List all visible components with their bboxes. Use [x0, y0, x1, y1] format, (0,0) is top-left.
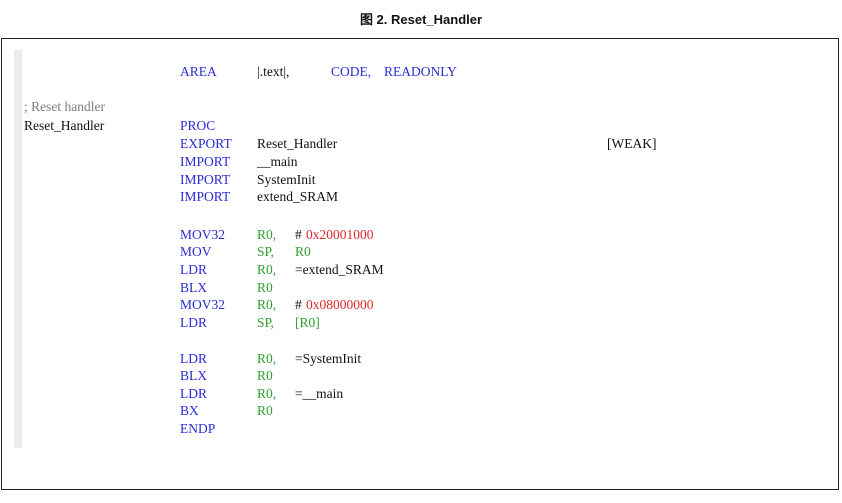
register-operand: R0,: [257, 297, 277, 312]
code-line-area: AREA |.text|, CODE, READONLY: [0, 65, 842, 79]
code-line-instruction: MOV32 R0, # 0x20001000: [0, 228, 842, 242]
symbol-operand: =SystemInit: [295, 351, 362, 366]
code-line-instruction: BLX R0: [0, 281, 842, 295]
code-line-export: EXPORT Reset_Handler [WEAK]: [0, 137, 842, 151]
instruction-mnemonic: BLX: [180, 280, 207, 295]
register-operand: R0,: [257, 227, 277, 242]
code-line-instruction: MOV32 R0, # 0x08000000: [0, 298, 842, 312]
register-operand: SP,: [257, 315, 274, 330]
immediate-value: 0x08000000: [306, 297, 374, 312]
code-line-endp: ENDP: [0, 422, 842, 436]
code-line-instruction: MOV SP, R0: [0, 245, 842, 259]
code-line-instruction: LDR SP, [R0]: [0, 316, 842, 330]
weak-attribute: [WEAK]: [607, 136, 657, 151]
code-line-instruction: LDR R0, =extend_SRAM: [0, 263, 842, 277]
code-line-comment: ; Reset handler: [0, 100, 842, 114]
area-section-name: |.text|,: [257, 64, 290, 79]
export-symbol: Reset_Handler: [257, 136, 338, 151]
register-operand: R0,: [257, 351, 277, 366]
instruction-mnemonic: LDR: [180, 262, 207, 277]
code-line-import: IMPORT extend_SRAM: [0, 190, 842, 204]
proc-directive: PROC: [180, 118, 216, 133]
area-directive: AREA: [180, 64, 217, 79]
code-line-import: IMPORT SystemInit: [0, 173, 842, 187]
symbol-operand: =__main: [295, 386, 344, 401]
instruction-mnemonic: LDR: [180, 315, 207, 330]
export-directive: EXPORT: [180, 136, 232, 151]
code-line-instruction: BLX R0: [0, 369, 842, 383]
instruction-mnemonic: LDR: [180, 351, 207, 366]
reset-handler-comment: ; Reset handler: [24, 99, 105, 114]
instruction-mnemonic: BX: [180, 403, 199, 418]
immediate-value: 0x20001000: [306, 227, 374, 242]
instruction-mnemonic: BLX: [180, 368, 207, 383]
immediate-prefix: #: [295, 297, 302, 312]
code-line-instruction: BX R0: [0, 404, 842, 418]
instruction-mnemonic: MOV32: [180, 227, 226, 242]
code-line-proc: Reset_Handler PROC: [0, 119, 842, 133]
import-symbol: extend_SRAM: [257, 189, 338, 204]
immediate-prefix: #: [295, 227, 302, 242]
code-line-instruction: LDR R0, =SystemInit: [0, 352, 842, 366]
import-symbol: __main: [257, 154, 298, 169]
import-directive: IMPORT: [180, 189, 231, 204]
instruction-mnemonic: LDR: [180, 386, 207, 401]
code-line-instruction: LDR R0, =__main: [0, 387, 842, 401]
register-operand: SP,: [257, 244, 274, 259]
area-attr-readonly: READONLY: [384, 64, 457, 79]
register-operand: R0,: [257, 386, 277, 401]
register-operand: R0: [257, 280, 273, 295]
register-operand: R0,: [257, 262, 277, 277]
import-directive: IMPORT: [180, 172, 231, 187]
register-operand: R0: [295, 244, 311, 259]
instruction-mnemonic: MOV32: [180, 297, 226, 312]
memory-operand: [R0]: [295, 315, 320, 330]
reset-handler-label: Reset_Handler: [24, 118, 105, 133]
area-attr-code: CODE,: [331, 64, 372, 79]
import-directive: IMPORT: [180, 154, 231, 169]
instruction-mnemonic: MOV: [180, 244, 212, 259]
symbol-operand: =extend_SRAM: [295, 262, 384, 277]
code-line-import: IMPORT __main: [0, 155, 842, 169]
register-operand: R0: [257, 403, 273, 418]
endp-directive: ENDP: [180, 421, 216, 436]
code-listing: AREA |.text|, CODE, READONLY ; Reset han…: [0, 0, 842, 503]
import-symbol: SystemInit: [257, 172, 316, 187]
register-operand: R0: [257, 368, 273, 383]
